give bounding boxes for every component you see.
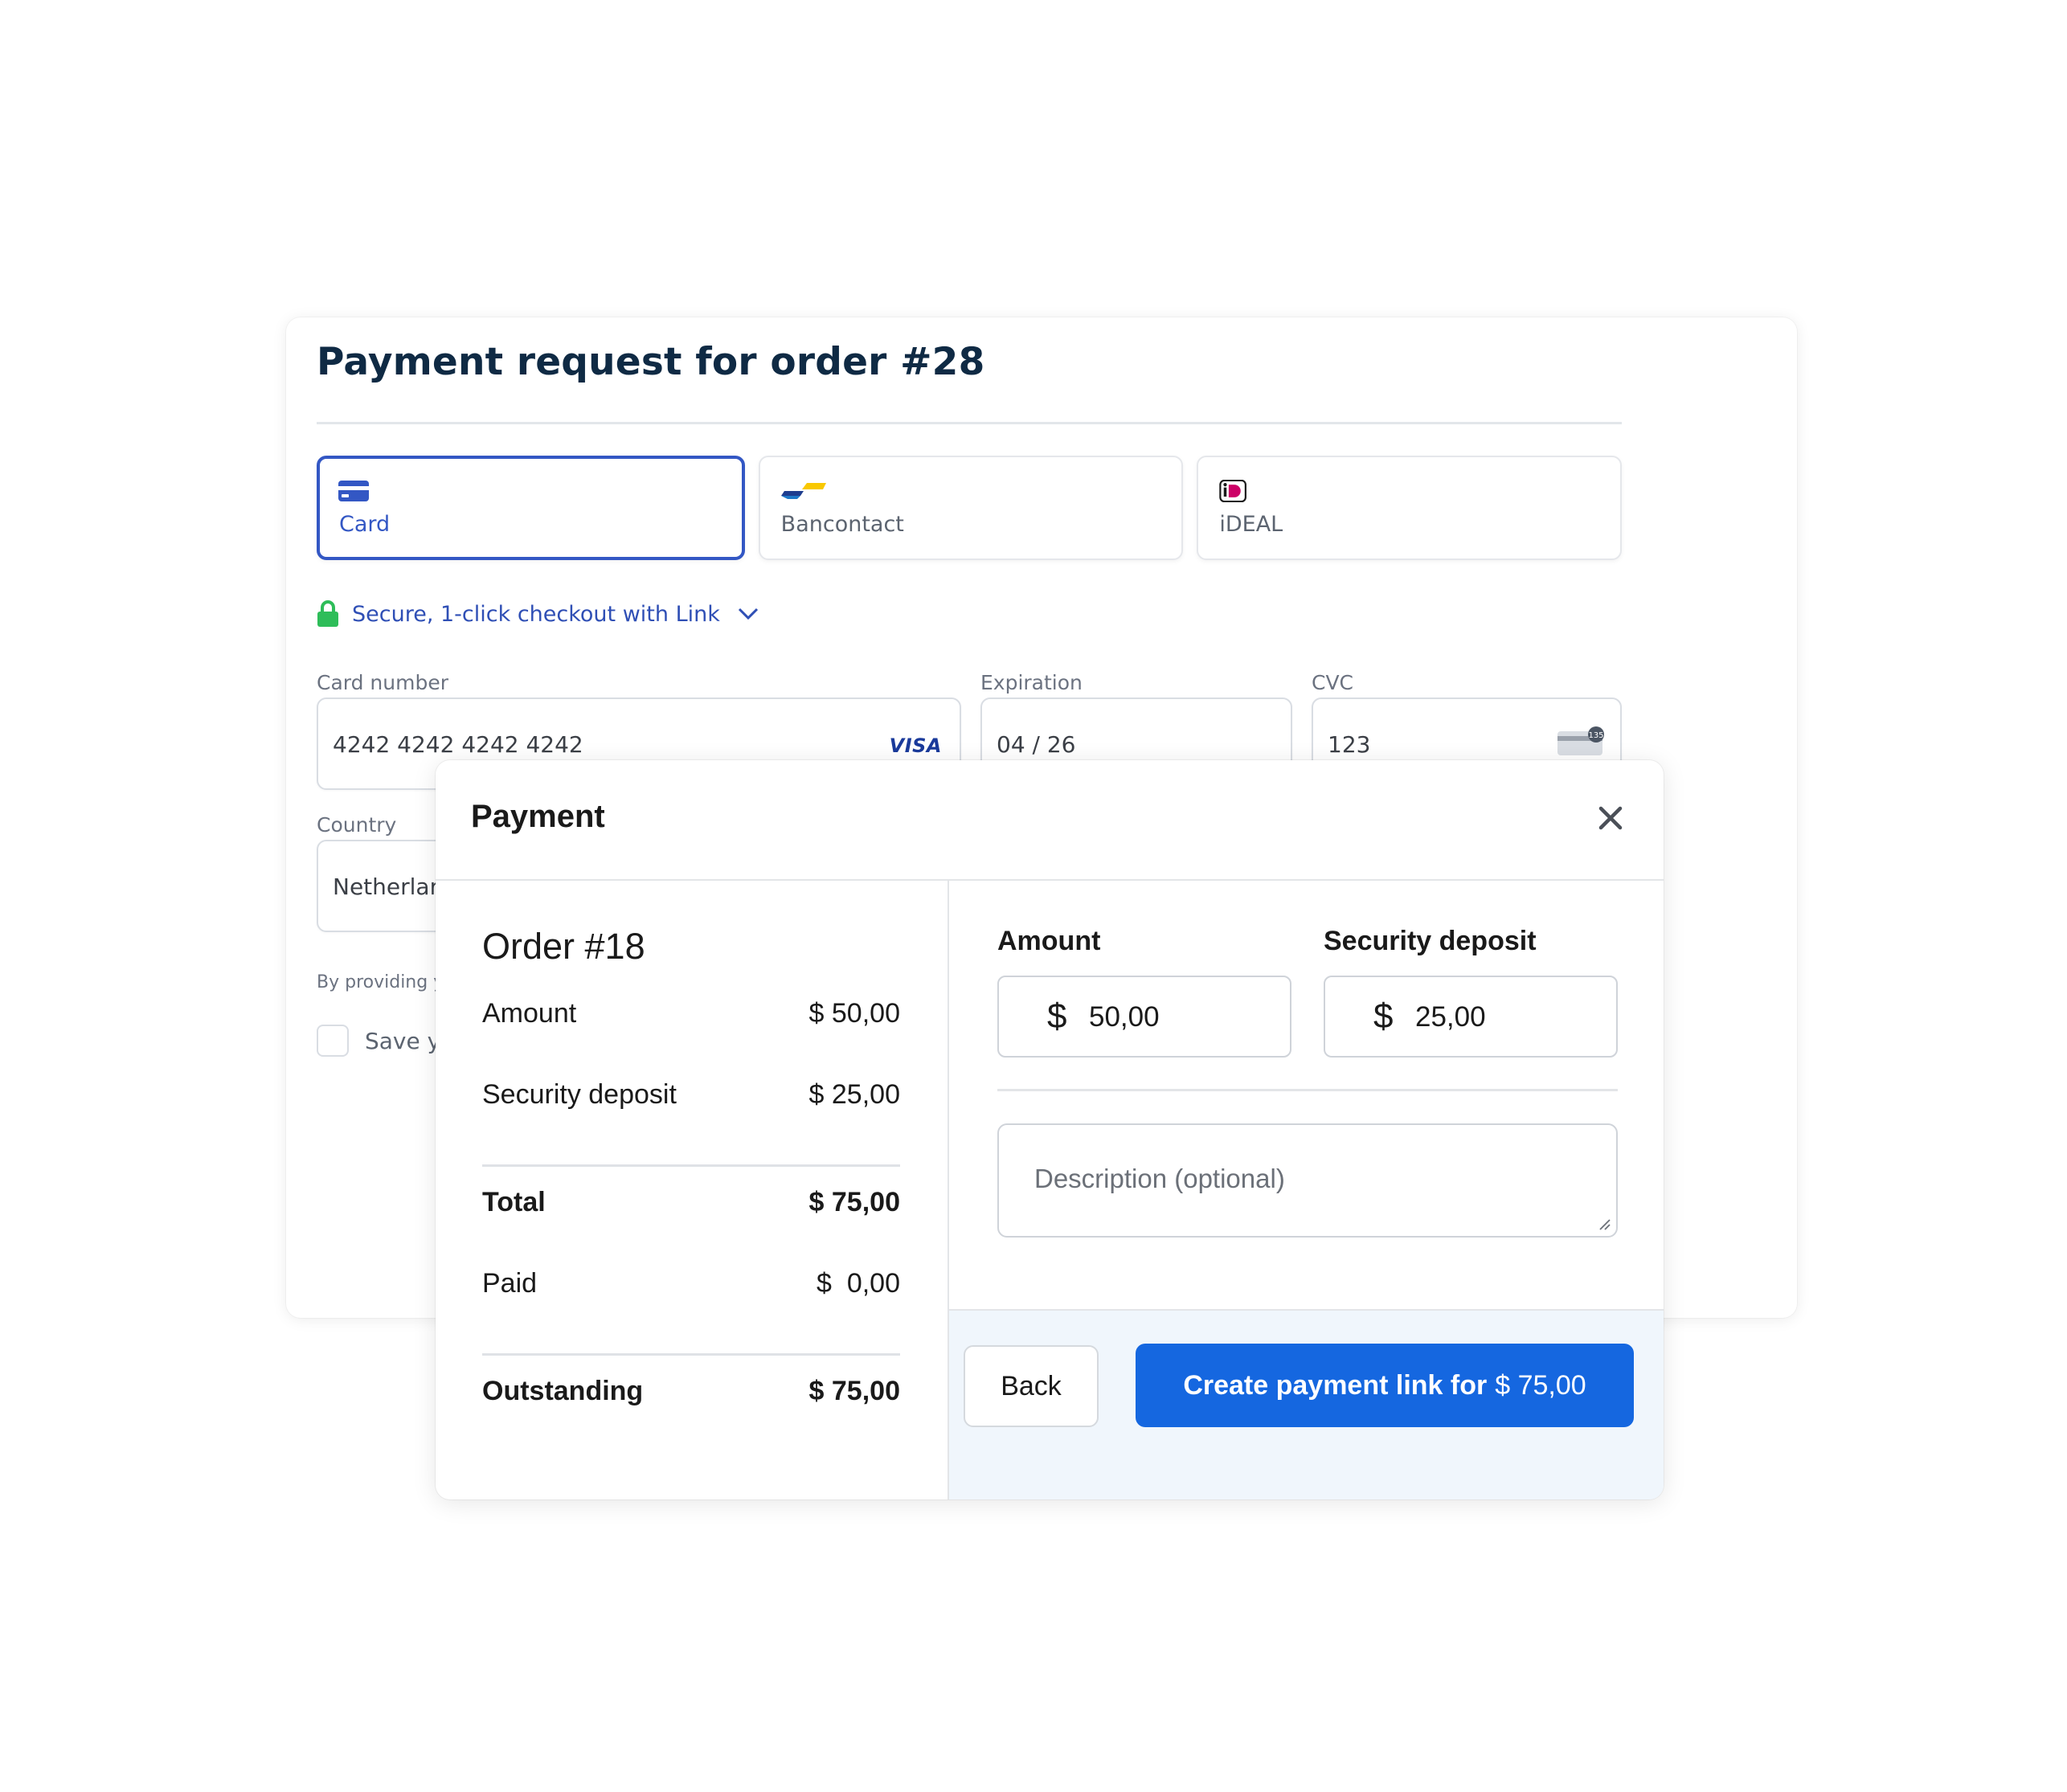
- description-textarea[interactable]: Description (optional): [997, 1123, 1618, 1238]
- payment-modal: Payment Order #18 Amount $ 50,00 Securit…: [436, 760, 1664, 1499]
- tab-label-ideal: iDEAL: [1219, 512, 1283, 537]
- tab-bancontact[interactable]: Bancontact: [758, 456, 1184, 560]
- order-title: Order #18: [482, 926, 645, 967]
- card-number-value: 4242 4242 4242 4242: [333, 731, 583, 758]
- summary-label: Amount: [482, 998, 577, 1029]
- tab-card[interactable]: Card: [317, 456, 745, 560]
- tab-label-bancontact: Bancontact: [780, 512, 904, 537]
- save-info-checkbox[interactable]: [317, 1025, 349, 1057]
- deposit-value: 25,00: [1415, 1001, 1486, 1033]
- divider: [997, 1089, 1618, 1091]
- amount-label: Amount: [997, 926, 1101, 956]
- summary-row-deposit: Security deposit $ 25,00: [482, 1079, 900, 1111]
- chevron-down-icon: [738, 608, 758, 620]
- lock-icon: [317, 600, 338, 627]
- divider: [317, 422, 1622, 424]
- description-placeholder: Description (optional): [1034, 1164, 1285, 1193]
- summary-value: $ 0,00: [817, 1268, 900, 1299]
- ideal-logo-icon: [1219, 480, 1247, 502]
- tab-ideal[interactable]: iDEAL: [1197, 456, 1623, 560]
- bancontact-logo-icon: [780, 483, 826, 499]
- country-value: Netherlar: [333, 873, 440, 900]
- svg-text:135: 135: [1588, 731, 1603, 740]
- create-button-label: Create payment link for: [1183, 1369, 1488, 1401]
- tab-label-card: Card: [339, 512, 391, 537]
- page-title: Payment request for order #28: [317, 340, 985, 384]
- summary-row-outstanding: Outstanding $ 75,00: [482, 1376, 900, 1407]
- legal-text: By providing y: [317, 972, 444, 992]
- divider: [482, 1164, 900, 1167]
- link-checkout-toggle[interactable]: Secure, 1-click checkout with Link: [317, 600, 759, 628]
- credit-card-icon: [338, 481, 369, 501]
- currency-symbol: $: [1373, 996, 1394, 1036]
- summary-label: Total: [482, 1187, 546, 1217]
- summary-value: $ 50,00: [808, 998, 900, 1029]
- payment-method-tabs: Card Bancontact iDEAL: [317, 456, 1623, 560]
- summary-value: $ 25,00: [808, 1079, 900, 1110]
- summary-row-paid: Paid $ 0,00: [482, 1268, 900, 1299]
- summary-value: $ 75,00: [808, 1376, 900, 1406]
- cvc-value: 123: [1328, 731, 1371, 758]
- cvc-card-icon: 135: [1557, 726, 1604, 755]
- create-button-amount: $ 75,00: [1495, 1369, 1586, 1401]
- modal-footer: Back Create payment link for $ 75,00: [949, 1309, 1664, 1499]
- link-checkout-text: Secure, 1-click checkout with Link: [352, 601, 720, 627]
- create-payment-link-button[interactable]: Create payment link for $ 75,00: [1136, 1344, 1634, 1427]
- back-button[interactable]: Back: [964, 1345, 1099, 1427]
- summary-label: Outstanding: [482, 1376, 644, 1406]
- deposit-input[interactable]: $ 25,00: [1324, 976, 1618, 1058]
- summary-row-amount: Amount $ 50,00: [482, 998, 900, 1029]
- amount-value: 50,00: [1089, 1001, 1160, 1033]
- resize-handle-icon[interactable]: [1597, 1217, 1611, 1231]
- save-info-row[interactable]: Save yo: [317, 1025, 454, 1057]
- payment-form: Amount $ 50,00 Security deposit $ 25,00 …: [949, 881, 1664, 1499]
- visa-logo-icon: VISA: [889, 734, 942, 757]
- currency-symbol: $: [1047, 996, 1067, 1036]
- summary-label: Paid: [482, 1268, 538, 1299]
- summary-value: $ 75,00: [808, 1187, 900, 1217]
- country-label: Country: [317, 813, 397, 837]
- expiration-value: 04 / 26: [997, 731, 1076, 758]
- summary-label: Security deposit: [482, 1079, 677, 1110]
- expiration-label: Expiration: [980, 671, 1083, 694]
- cvc-label: CVC: [1312, 671, 1354, 694]
- summary-row-total: Total $ 75,00: [482, 1187, 900, 1218]
- card-number-label: Card number: [317, 671, 449, 694]
- divider: [482, 1353, 900, 1356]
- close-icon[interactable]: [1590, 797, 1631, 839]
- amount-input[interactable]: $ 50,00: [997, 976, 1291, 1058]
- deposit-label: Security deposit: [1324, 926, 1537, 956]
- modal-title: Payment: [471, 799, 605, 834]
